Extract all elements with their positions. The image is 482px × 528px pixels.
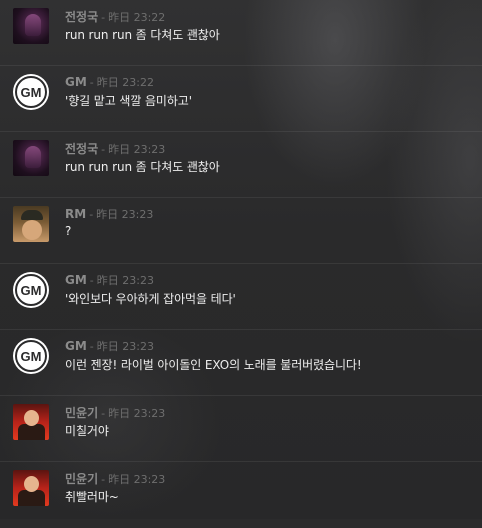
- author-name[interactable]: 민윤기: [65, 470, 98, 487]
- author-name[interactable]: GM: [65, 75, 87, 89]
- timestamp: 昨日 23:23: [108, 407, 166, 420]
- user-avatar[interactable]: [13, 470, 49, 506]
- message-item: 전정국 - 昨日 23:22 run run run 좀 다쳐도 괜찮아: [0, 0, 482, 66]
- message-item: GM GM - 昨日 23:23 '와인보다 우아하게 잡아먹을 테다': [0, 264, 482, 330]
- avatar-photo: [25, 146, 41, 168]
- gm-avatar[interactable]: GM: [13, 272, 49, 308]
- timestamp: 昨日 23:23: [108, 143, 166, 156]
- separator: -: [89, 208, 94, 221]
- message-header: RM - 昨日 23:23: [65, 206, 153, 222]
- gm-badge: GM: [20, 282, 42, 298]
- separator: -: [101, 11, 106, 24]
- timestamp: 昨日 23:23: [108, 473, 166, 486]
- author-name[interactable]: GM: [65, 273, 87, 287]
- separator: -: [101, 407, 106, 420]
- gm-avatar[interactable]: GM: [13, 338, 49, 374]
- message-text: run run run 좀 다쳐도 괜찮아: [65, 160, 220, 174]
- message-header: GM - 昨日 23:23: [65, 272, 154, 288]
- author-name[interactable]: 전정국: [65, 8, 98, 25]
- user-avatar[interactable]: [13, 140, 49, 176]
- message-text: 이런 젠장! 라이벌 아이돌인 EXO의 노래를 불러버렸습니다!: [65, 358, 362, 372]
- message-item: GM GM - 昨日 23:22 '향길 맡고 색깔 음미하고': [0, 66, 482, 132]
- timestamp: 昨日 23:23: [96, 274, 154, 287]
- message-header: 전정국 - 昨日 23:22: [65, 8, 165, 24]
- separator: -: [89, 76, 94, 89]
- timestamp: 昨日 23:22: [108, 11, 166, 24]
- avatar-face: [24, 410, 39, 426]
- separator: -: [89, 274, 94, 287]
- message-header: 전정국 - 昨日 23:23: [65, 140, 165, 156]
- message-text: ?: [65, 224, 72, 238]
- message-item: GM GM - 昨日 23:23 이런 젠장! 라이벌 아이돌인 EXO의 노래…: [0, 330, 482, 396]
- separator: -: [89, 340, 94, 353]
- message-header: 민윤기 - 昨日 23:23: [65, 470, 165, 486]
- avatar-face: [24, 476, 39, 492]
- message-list[interactable]: 전정국 - 昨日 23:22 run run run 좀 다쳐도 괜찮아 GM …: [0, 0, 482, 519]
- avatar-face: [22, 220, 42, 240]
- message-header: 민윤기 - 昨日 23:23: [65, 404, 165, 420]
- timestamp: 昨日 23:22: [96, 76, 154, 89]
- user-avatar[interactable]: [13, 8, 49, 44]
- separator: -: [101, 473, 106, 486]
- message-item: 민윤기 - 昨日 23:23 취빨러마~: [0, 462, 482, 528]
- message-header: GM - 昨日 23:23: [65, 338, 154, 354]
- avatar-body: [18, 424, 45, 440]
- message-text: 미칠거야: [65, 424, 109, 438]
- avatar-body: [18, 490, 45, 506]
- timestamp: 昨日 23:23: [96, 208, 154, 221]
- message-text: run run run 좀 다쳐도 괜찮아: [65, 28, 220, 42]
- gm-badge: GM: [20, 348, 42, 364]
- separator: -: [101, 143, 106, 156]
- gm-avatar[interactable]: GM: [13, 74, 49, 110]
- author-name[interactable]: 민윤기: [65, 404, 98, 421]
- message-header: GM - 昨日 23:22: [65, 74, 154, 90]
- author-name[interactable]: RM: [65, 207, 86, 221]
- author-name[interactable]: 전정국: [65, 140, 98, 157]
- avatar-photo: [25, 14, 41, 36]
- message-item: RM - 昨日 23:23 ?: [0, 198, 482, 264]
- author-name[interactable]: GM: [65, 339, 87, 353]
- user-avatar[interactable]: [13, 404, 49, 440]
- avatar-hat: [21, 210, 43, 220]
- message-text: '향길 맡고 색깔 음미하고': [65, 94, 192, 108]
- user-avatar[interactable]: [13, 206, 49, 242]
- message-text: '와인보다 우아하게 잡아먹을 테다': [65, 292, 236, 306]
- message-item: 전정국 - 昨日 23:23 run run run 좀 다쳐도 괜찮아: [0, 132, 482, 198]
- message-item: 민윤기 - 昨日 23:23 미칠거야: [0, 396, 482, 462]
- timestamp: 昨日 23:23: [96, 340, 154, 353]
- message-text: 취빨러마~: [65, 490, 119, 504]
- gm-badge: GM: [20, 84, 42, 100]
